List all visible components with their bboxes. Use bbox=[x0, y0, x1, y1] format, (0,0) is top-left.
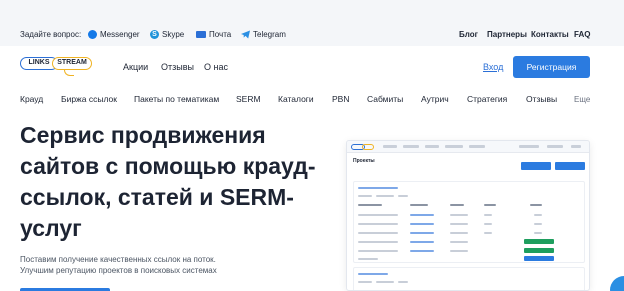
mockup-add-button bbox=[521, 162, 551, 170]
logo-right-text: STREAM bbox=[52, 57, 92, 70]
mockup-row bbox=[450, 214, 468, 216]
menu-item-strategy[interactable]: Стратегия bbox=[467, 94, 507, 104]
mockup-heading: Проекты bbox=[353, 158, 375, 164]
mockup-row bbox=[484, 214, 492, 216]
mockup-project-card bbox=[353, 181, 585, 263]
mockup-status-green bbox=[524, 239, 554, 244]
menu-item-catalogs[interactable]: Каталоги bbox=[278, 94, 314, 104]
mail-label: Почта bbox=[209, 30, 232, 39]
mockup-nav-item bbox=[383, 145, 397, 148]
mockup-row bbox=[484, 223, 492, 225]
mockup-nav-item bbox=[547, 145, 563, 148]
menu-item-reviews[interactable]: Отзывы bbox=[526, 94, 557, 104]
mockup-table-header bbox=[410, 204, 428, 206]
faq-link[interactable]: FAQ bbox=[574, 30, 590, 39]
mockup-tab bbox=[398, 281, 408, 283]
mockup-row bbox=[410, 241, 434, 243]
messenger-label: Messenger bbox=[100, 30, 140, 39]
mockup-row bbox=[358, 214, 398, 216]
menu-item-serm[interactable]: SERM bbox=[236, 94, 261, 104]
hero-subtitle-line-1: Поставим получение качественных ссылок н… bbox=[20, 255, 216, 264]
mockup-row bbox=[450, 223, 468, 225]
nav-reviews[interactable]: Отзывы bbox=[161, 62, 194, 72]
hero-subtitle-line-2: Улучшим репутацию проектов в поисковых с… bbox=[20, 266, 217, 275]
mockup-row bbox=[450, 241, 468, 243]
mockup-row bbox=[534, 232, 542, 234]
dashboard-mockup: Проекты bbox=[346, 140, 590, 291]
mockup-row bbox=[358, 232, 398, 234]
messenger-icon bbox=[88, 30, 97, 39]
mockup-table-header bbox=[358, 204, 382, 206]
skype-icon: S bbox=[150, 30, 159, 39]
mockup-row bbox=[534, 223, 542, 225]
mockup-row bbox=[410, 223, 434, 225]
mockup-table-header bbox=[450, 204, 464, 206]
mockup-nav-item bbox=[519, 145, 539, 148]
contacts-link[interactable]: Контакты bbox=[531, 30, 569, 39]
mockup-nav-item bbox=[469, 145, 485, 148]
mockup-row bbox=[358, 250, 398, 252]
mockup-nav-item bbox=[403, 145, 419, 148]
mail-icon bbox=[196, 31, 206, 38]
menu-item-outreach[interactable]: Аутрич bbox=[421, 94, 449, 104]
mockup-tab bbox=[376, 281, 394, 283]
skype-label: Skype bbox=[162, 30, 185, 39]
mockup-row bbox=[410, 214, 434, 216]
hero-title: Сервис продвижения сайтов с помощью крау… bbox=[20, 122, 316, 241]
mockup-card-title bbox=[358, 187, 398, 189]
menu-item-crowd[interactable]: Крауд bbox=[20, 94, 43, 104]
mockup-row bbox=[358, 223, 398, 225]
telegram-icon bbox=[241, 30, 250, 39]
mockup-status-green bbox=[524, 248, 554, 253]
nav-promotions[interactable]: Акции bbox=[123, 62, 148, 72]
mockup-row bbox=[358, 241, 398, 243]
menu-item-link-exchange[interactable]: Биржа ссылок bbox=[61, 94, 117, 104]
menu-item-pbn[interactable]: PBN bbox=[332, 94, 349, 104]
mockup-tab bbox=[358, 281, 372, 283]
mockup-tab bbox=[358, 195, 372, 197]
menu-item-submits[interactable]: Сабмиты bbox=[367, 94, 403, 104]
register-button[interactable]: Регистрация bbox=[513, 56, 590, 78]
mail-link[interactable]: Почта bbox=[196, 30, 231, 39]
mockup-row bbox=[410, 232, 434, 234]
login-link[interactable]: Вход bbox=[483, 62, 503, 72]
mockup-logo-part bbox=[362, 144, 374, 150]
mockup-row bbox=[358, 258, 378, 260]
mockup-second-card bbox=[353, 267, 585, 290]
mockup-nav-item bbox=[425, 145, 439, 148]
telegram-link[interactable]: Telegram bbox=[241, 30, 286, 39]
mockup-tab bbox=[376, 195, 394, 197]
mockup-nav-item bbox=[445, 145, 463, 148]
partners-link[interactable]: Партнеры bbox=[487, 30, 527, 39]
ask-question-label: Задайте вопрос: bbox=[20, 30, 82, 39]
mockup-row bbox=[410, 250, 434, 252]
menu-more[interactable]: Еще bbox=[574, 95, 590, 104]
mockup-table-header bbox=[530, 204, 542, 206]
mockup-action-blue bbox=[524, 256, 554, 261]
blog-link[interactable]: Блог bbox=[459, 30, 478, 39]
top-contact-bar bbox=[0, 0, 624, 46]
nav-about[interactable]: О нас bbox=[204, 62, 228, 72]
mockup-row bbox=[534, 214, 542, 216]
mockup-tab bbox=[398, 195, 408, 197]
skype-link[interactable]: S Skype bbox=[150, 30, 184, 39]
messenger-link[interactable]: Messenger bbox=[88, 30, 140, 39]
mockup-table-header bbox=[484, 204, 496, 206]
logo[interactable]: LINKS STREAM bbox=[20, 57, 92, 76]
mockup-row bbox=[450, 232, 468, 234]
mockup-nav-item bbox=[571, 145, 581, 148]
mockup-row bbox=[484, 232, 492, 234]
mockup-card-title bbox=[358, 273, 388, 275]
telegram-label: Telegram bbox=[253, 30, 286, 39]
mockup-row bbox=[450, 250, 468, 252]
hero-subtitle: Поставим получение качественных ссылок н… bbox=[20, 254, 320, 276]
menu-item-packages[interactable]: Пакеты по тематикам bbox=[134, 94, 219, 104]
mockup-second-button bbox=[555, 162, 585, 170]
